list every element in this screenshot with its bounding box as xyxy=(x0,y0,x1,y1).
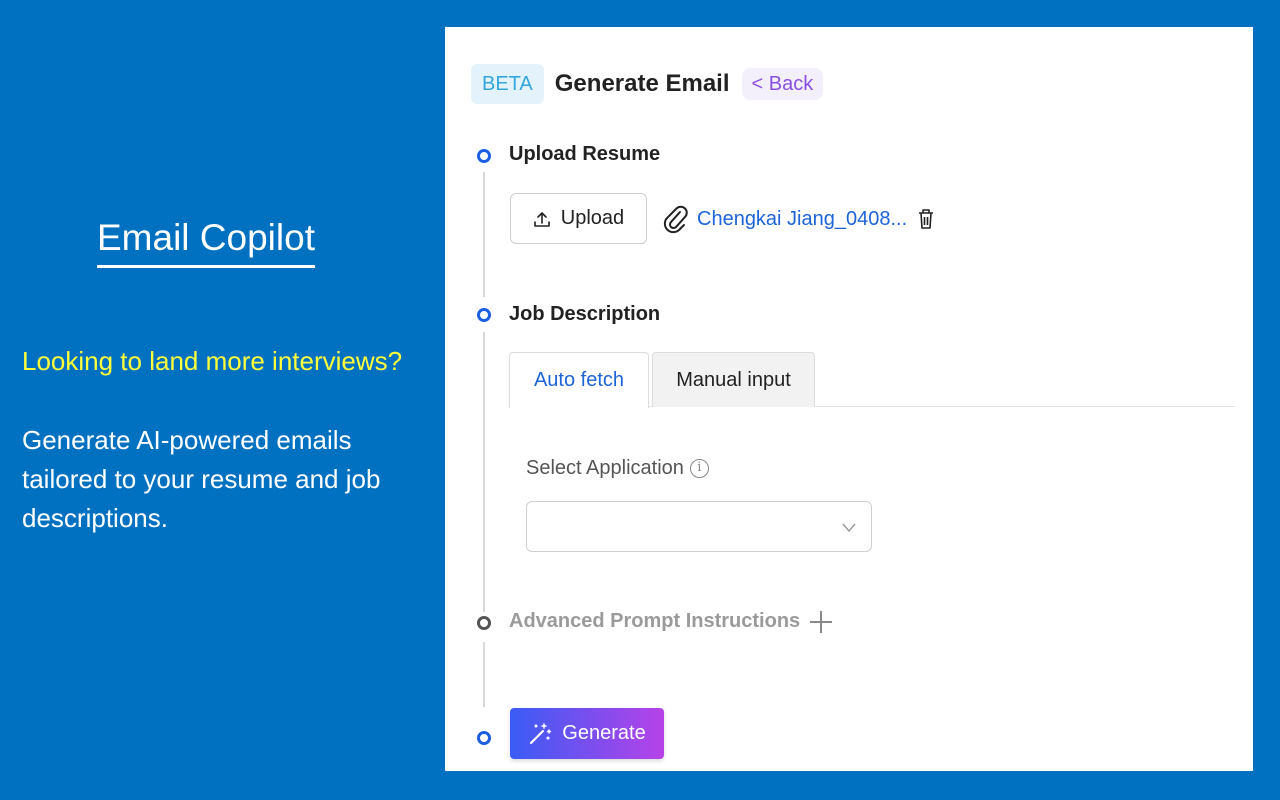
tab-manual-input[interactable]: Manual input xyxy=(652,352,815,407)
timeline-line xyxy=(483,642,485,707)
promo-description: Generate AI-powered emails tailored to y… xyxy=(22,425,381,533)
step-dot-job xyxy=(477,308,491,322)
upload-button[interactable]: Upload xyxy=(510,193,647,244)
job-description-tabs: Auto fetch Manual input xyxy=(509,352,1235,408)
timeline-line xyxy=(483,332,485,612)
tab-auto-fetch[interactable]: Auto fetch xyxy=(509,352,649,408)
trash-icon[interactable] xyxy=(917,208,935,230)
beta-badge: BETA xyxy=(471,64,544,104)
select-application-label: Select Application i xyxy=(526,457,709,480)
promo-title: Email Copilot xyxy=(97,214,315,268)
uploaded-file: Chengkai Jiang_0408... xyxy=(663,202,935,236)
magic-wand-icon xyxy=(530,722,552,744)
panel-header: BETA Generate Email < Back xyxy=(471,64,824,104)
select-application-label-text: Select Application xyxy=(526,457,684,479)
step-dot-upload xyxy=(477,149,491,163)
advanced-prompt-label: Advanced Prompt Instructions xyxy=(509,610,801,632)
resume-file-link[interactable]: Chengkai Jiang_0408... xyxy=(697,208,907,231)
back-button[interactable]: < Back xyxy=(741,68,824,100)
upload-button-label: Upload xyxy=(560,207,625,229)
page-title: Generate Email xyxy=(554,70,730,97)
upload-icon xyxy=(533,211,550,227)
step-title-advanced[interactable]: Advanced Prompt Instructions xyxy=(509,610,833,633)
step-title-upload: Upload Resume xyxy=(509,143,661,165)
generate-button[interactable]: Generate xyxy=(510,708,664,759)
generate-button-label: Generate xyxy=(562,722,646,744)
paperclip-icon xyxy=(663,205,688,234)
step-dot-generate xyxy=(477,731,491,745)
plus-icon[interactable] xyxy=(810,610,833,633)
chevron-down-icon xyxy=(842,523,856,533)
generate-email-panel: BETA Generate Email < Back Upload Resume… xyxy=(445,27,1253,771)
promo-tagline: Looking to land more interviews? xyxy=(22,346,403,376)
select-application-dropdown[interactable] xyxy=(526,501,872,552)
info-icon[interactable]: i xyxy=(689,459,709,478)
step-dot-advanced xyxy=(477,616,491,630)
timeline-line xyxy=(483,172,485,297)
step-title-job: Job Description xyxy=(509,303,661,325)
